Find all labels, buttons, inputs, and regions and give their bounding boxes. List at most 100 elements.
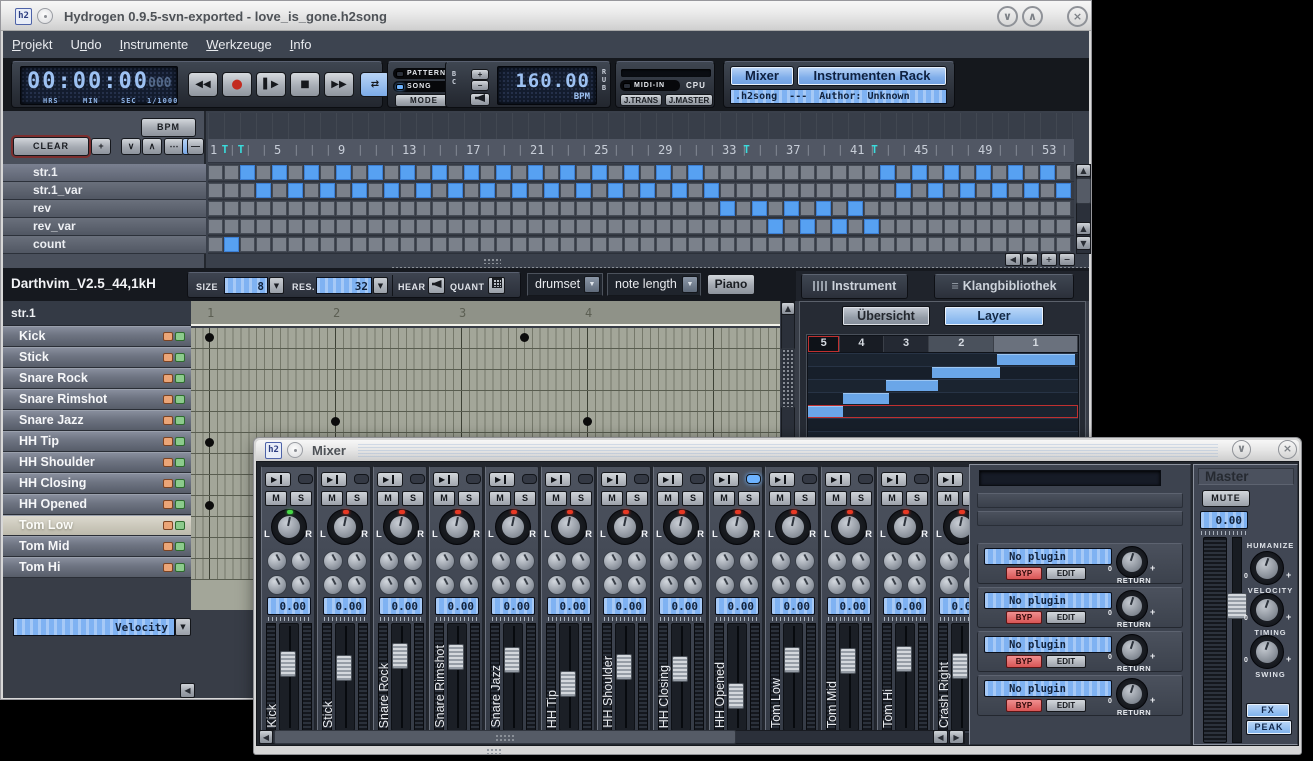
fx-bypass-button[interactable]: BYP — [1006, 655, 1042, 668]
fx-send-knob-1[interactable] — [715, 551, 735, 571]
strip-play-button[interactable]: ▶ — [545, 472, 571, 487]
song-grid-cell[interactable] — [368, 201, 383, 216]
song-grid-cell[interactable] — [832, 219, 847, 234]
song-grid-cell[interactable] — [928, 237, 943, 252]
song-grid-cell[interactable] — [912, 201, 927, 216]
layer-header-1[interactable]: 1 — [994, 336, 1078, 352]
instrument-solo-button[interactable] — [175, 332, 185, 341]
song-grid-cell[interactable] — [240, 219, 255, 234]
song-grid-cell[interactable] — [512, 165, 527, 180]
song-grid-cell[interactable] — [528, 219, 543, 234]
instrument-mute-button[interactable] — [163, 500, 173, 509]
song-grid-cell[interactable] — [960, 219, 975, 234]
fx-return-knob[interactable] — [1116, 590, 1148, 622]
song-grid-cell[interactable] — [336, 237, 351, 252]
song-grid-cell[interactable] — [848, 219, 863, 234]
song-grid-cell[interactable] — [336, 183, 351, 198]
instrument-row-hh-opened[interactable]: HH Opened — [3, 494, 191, 515]
song-grid-cell[interactable] — [672, 165, 687, 180]
strip-play-button[interactable]: ▶ — [713, 472, 739, 487]
song-grid-cell[interactable] — [688, 183, 703, 198]
song-grid-cell[interactable] — [864, 201, 879, 216]
song-grid-cell[interactable] — [720, 165, 735, 180]
song-grid-cell[interactable] — [688, 165, 703, 180]
song-grid-cell[interactable] — [1024, 237, 1039, 252]
song-grid-cell[interactable] — [736, 201, 751, 216]
song-grid-cell[interactable] — [944, 201, 959, 216]
song-grid-cell[interactable] — [288, 237, 303, 252]
fx-send-knob-3[interactable] — [715, 575, 735, 595]
song-grid-cell[interactable] — [768, 183, 783, 198]
song-grid-cell[interactable] — [624, 219, 639, 234]
rewind-button[interactable]: ◀◀ — [188, 72, 218, 97]
layer-sample-bar[interactable] — [843, 393, 889, 404]
menu-item-werkzeuge[interactable]: Werkzeuge — [197, 31, 281, 52]
song-grid-cell[interactable] — [384, 237, 399, 252]
master-knob-timing[interactable] — [1250, 593, 1284, 627]
song-grid-cell[interactable] — [384, 183, 399, 198]
song-grid-cell[interactable] — [704, 165, 719, 180]
strip-solo-button[interactable]: S — [738, 491, 760, 506]
song-grid-cell[interactable] — [848, 237, 863, 252]
song-grid-cell[interactable] — [816, 201, 831, 216]
clear-sequence-button[interactable]: CLEAR — [13, 137, 89, 156]
song-grid-cell[interactable] — [976, 183, 991, 198]
song-grid-cell[interactable] — [640, 183, 655, 198]
fader-handle[interactable] — [616, 654, 632, 680]
menu-item-undo[interactable]: Undo — [61, 31, 110, 52]
master-knob-velocity[interactable] — [1250, 551, 1284, 585]
song-grid-cell[interactable] — [528, 183, 543, 198]
song-grid-cell[interactable] — [608, 237, 623, 252]
song-grid-cell[interactable] — [784, 183, 799, 198]
strip-pan-knob[interactable] — [719, 509, 755, 545]
song-nav-left-icon[interactable]: ◀ — [1005, 253, 1021, 266]
song-grid-cell[interactable] — [624, 237, 639, 252]
strip-solo-button[interactable]: S — [626, 491, 648, 506]
layer-header-4[interactable]: 4 — [840, 336, 883, 352]
song-grid-cell[interactable] — [272, 219, 287, 234]
fx-send-knob-2[interactable] — [739, 551, 759, 571]
song-grid-cell[interactable] — [608, 201, 623, 216]
song-grid-cell[interactable] — [656, 201, 671, 216]
fader-track[interactable] — [895, 623, 915, 731]
song-grid-cell[interactable] — [672, 219, 687, 234]
strip-solo-button[interactable]: S — [906, 491, 928, 506]
layer-header-3[interactable]: 3 — [884, 336, 930, 352]
fader-track[interactable] — [391, 623, 411, 731]
song-grid-cell[interactable] — [1056, 237, 1071, 252]
fx-send-knob-1[interactable] — [379, 551, 399, 571]
instrument-solo-button[interactable] — [175, 458, 185, 467]
song-grid-cell[interactable] — [576, 201, 591, 216]
strip-mute-button[interactable]: M — [265, 491, 287, 506]
song-grid-cell[interactable] — [224, 201, 239, 216]
song-grid-cell[interactable] — [576, 237, 591, 252]
song-grid-cell[interactable] — [336, 165, 351, 180]
fx-bypass-button[interactable]: BYP — [1006, 611, 1042, 624]
song-grid-cell[interactable] — [368, 237, 383, 252]
strip-play-button[interactable]: ▶ — [601, 472, 627, 487]
song-grid-cell[interactable] — [512, 219, 527, 234]
song-grid-cell[interactable] — [640, 237, 655, 252]
song-grid-cell[interactable] — [976, 201, 991, 216]
strip-play-button[interactable]: ▶ — [433, 472, 459, 487]
song-grid-cell[interactable] — [1008, 219, 1023, 234]
song-grid-cell[interactable] — [784, 237, 799, 252]
fx-plugin-name-lcd[interactable]: No plugin — [984, 548, 1112, 565]
song-grid-cell[interactable] — [400, 183, 415, 198]
song-grid-cell[interactable] — [1008, 183, 1023, 198]
piano-button[interactable]: Piano — [707, 274, 755, 295]
song-zoom-out-icon[interactable]: − — [1059, 253, 1075, 266]
song-grid-cell[interactable] — [400, 219, 415, 234]
instrument-row-hh-tip[interactable]: HH Tip — [3, 431, 191, 452]
song-grid-cell[interactable] — [704, 183, 719, 198]
res-dropdown-icon[interactable]: ▼ — [373, 277, 388, 294]
song-grid-cell[interactable] — [752, 237, 767, 252]
layer-row[interactable] — [808, 405, 1078, 418]
strip-pan-knob[interactable] — [439, 509, 475, 545]
grid-vscroll-thumb[interactable] — [781, 348, 795, 408]
song-grid-cell[interactable] — [736, 237, 751, 252]
strip-solo-button[interactable]: S — [514, 491, 536, 506]
song-grid-cell[interactable] — [656, 183, 671, 198]
grid-scroll-up-icon[interactable]: ▲ — [781, 302, 795, 315]
fx-plugin-name-lcd[interactable]: No plugin — [984, 680, 1112, 697]
